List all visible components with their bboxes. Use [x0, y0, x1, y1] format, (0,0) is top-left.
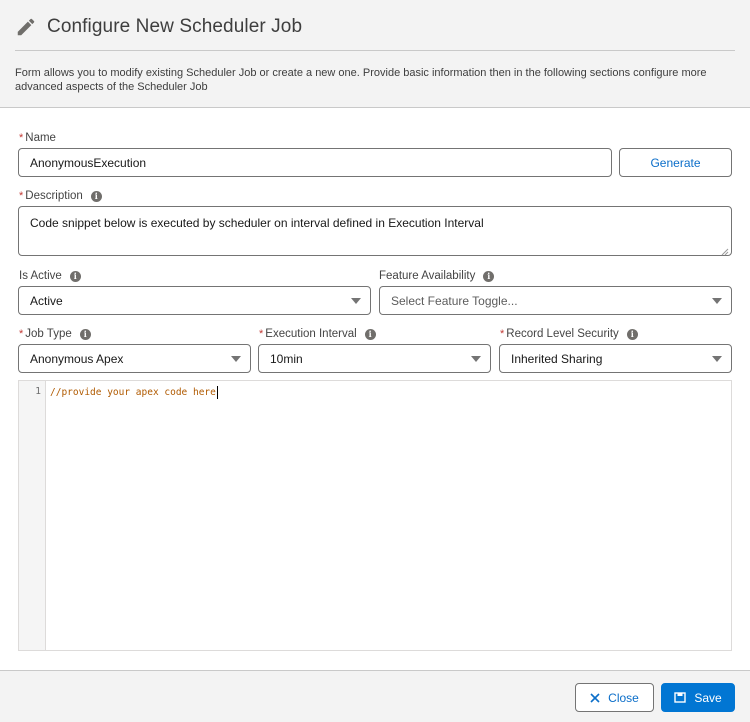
save-icon	[674, 692, 687, 703]
job-type-value: Anonymous Apex	[30, 351, 124, 366]
name-input[interactable]: AnonymousExecution	[18, 148, 612, 177]
is-active-select[interactable]: Active	[18, 286, 371, 315]
info-icon[interactable]: i	[90, 190, 102, 202]
info-icon[interactable]: i	[483, 270, 495, 282]
caret-down-icon	[231, 355, 241, 362]
required-marker: *	[259, 328, 264, 340]
pencil-icon	[15, 16, 37, 38]
feature-availability-label: Feature Availability i	[379, 269, 495, 283]
caret-down-icon	[712, 297, 722, 304]
modal-header: Configure New Scheduler Job Form allows …	[0, 0, 750, 108]
save-button-label: Save	[694, 690, 722, 705]
record-level-security-value: Inherited Sharing	[511, 351, 603, 366]
required-marker: *	[19, 132, 24, 144]
modal-body: * Name AnonymousExecution Generate * Des…	[0, 108, 750, 670]
save-button[interactable]: Save	[661, 683, 735, 712]
required-marker: *	[19, 328, 24, 340]
code-line[interactable]: //provide your apex code here	[50, 386, 218, 399]
feature-availability-placeholder: Select Feature Toggle...	[391, 293, 518, 308]
modal-title-row: Configure New Scheduler Job	[15, 12, 735, 42]
info-icon[interactable]: i	[79, 328, 91, 340]
caret-down-icon	[712, 355, 722, 362]
modal-description: Form allows you to modify existing Sched…	[15, 67, 707, 93]
feature-availability-select[interactable]: Select Feature Toggle...	[379, 286, 732, 315]
caret-down-icon	[351, 297, 361, 304]
text-cursor	[216, 386, 218, 399]
description-value: Code snippet below is executed by schedu…	[30, 216, 484, 230]
generate-button[interactable]: Generate	[619, 148, 732, 177]
scheduler-job-modal: Configure New Scheduler Job Form allows …	[0, 0, 750, 722]
code-editor[interactable]: 1 //provide your apex code here	[18, 380, 732, 651]
required-marker: *	[19, 190, 24, 202]
name-label-text: Name	[25, 132, 56, 144]
record-level-security-label: * Record Level Security i	[500, 327, 638, 341]
line-number: 1	[35, 386, 41, 397]
info-icon[interactable]: i	[626, 328, 638, 340]
info-icon[interactable]: i	[69, 270, 81, 282]
header-divider	[15, 50, 735, 51]
resize-grip-icon[interactable]	[721, 245, 729, 256]
job-type-label: * Job Type i	[19, 327, 91, 341]
generate-button-label: Generate	[650, 155, 701, 170]
is-active-label: Is Active i	[19, 269, 81, 283]
code-comment: //provide your apex code here	[50, 387, 216, 398]
is-active-value: Active	[30, 293, 63, 308]
record-level-security-label-text: Record Level Security	[506, 328, 619, 340]
description-textarea[interactable]: Code snippet below is executed by schedu…	[18, 206, 732, 256]
feature-availability-label-text: Feature Availability	[379, 270, 476, 282]
job-type-label-text: Job Type	[25, 328, 72, 340]
is-active-label-text: Is Active	[19, 270, 62, 282]
caret-down-icon	[471, 355, 481, 362]
execution-interval-label-text: Execution Interval	[265, 328, 357, 340]
job-type-select[interactable]: Anonymous Apex	[18, 344, 251, 373]
editor-gutter: 1	[19, 381, 46, 650]
name-label: * Name	[19, 131, 56, 145]
modal-footer: Close Save	[0, 670, 750, 722]
modal-title: Configure New Scheduler Job	[47, 16, 303, 37]
description-label-text: Description	[25, 190, 83, 202]
execution-interval-select[interactable]: 10min	[258, 344, 491, 373]
description-label: * Description i	[19, 189, 102, 203]
execution-interval-label: * Execution Interval i	[259, 327, 376, 341]
required-marker: *	[500, 328, 505, 340]
record-level-security-select[interactable]: Inherited Sharing	[499, 344, 732, 373]
close-icon	[590, 692, 600, 703]
close-button-label: Close	[608, 690, 639, 705]
name-input-value: AnonymousExecution	[30, 155, 147, 170]
info-icon[interactable]: i	[364, 328, 376, 340]
execution-interval-value: 10min	[270, 351, 303, 366]
close-button[interactable]: Close	[575, 683, 654, 712]
